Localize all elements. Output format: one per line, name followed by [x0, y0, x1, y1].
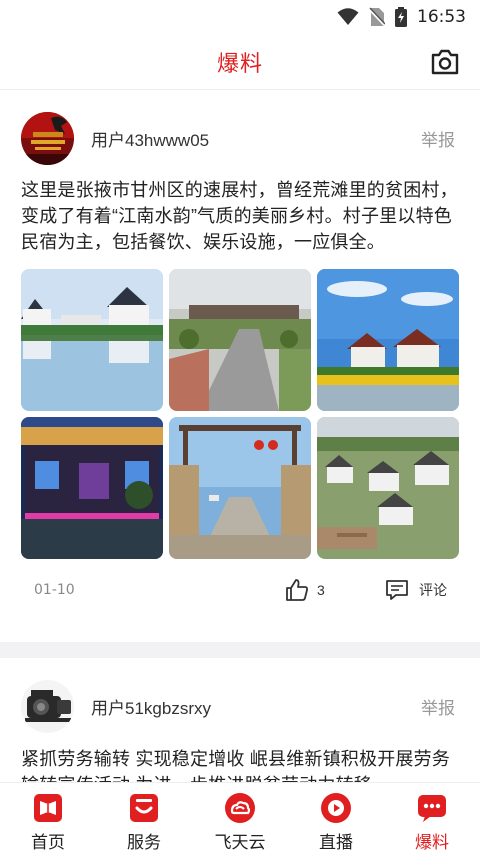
report-button[interactable]: 举报 [421, 694, 455, 719]
home-book-icon [34, 794, 62, 822]
no-sim-icon [369, 7, 385, 27]
tab-label: 飞天云 [214, 833, 266, 852]
camera-button[interactable] [430, 48, 460, 76]
like-count: 3 [317, 582, 325, 598]
feed-list[interactable]: 用户43hwww05 举报 这里是张掖市甘州区的速展村，曾经荒滩里的贫困村，变成… [0, 90, 480, 782]
thumbs-up-icon [286, 579, 308, 601]
tab-label: 直播 [319, 833, 353, 852]
avatar[interactable] [21, 111, 74, 165]
camera-icon [431, 49, 459, 75]
tab-label: 爆料 [415, 833, 449, 852]
avatar[interactable] [21, 679, 74, 733]
comment-icon [386, 580, 408, 600]
tab-feitian-cloud[interactable]: 飞天云 [192, 783, 288, 855]
comment-button[interactable]: 评论 [385, 579, 447, 601]
post-image[interactable] [317, 269, 459, 411]
status-bar: 16:53 [0, 0, 480, 34]
tab-home[interactable]: 首页 [0, 783, 96, 855]
status-time: 16:53 [417, 7, 466, 27]
username[interactable]: 用户51kgbzsrxy [91, 694, 211, 719]
page-title: 爆料 [216, 50, 263, 76]
post-header: 用户43hwww05 举报 [21, 90, 459, 186]
live-play-icon [321, 793, 351, 823]
username[interactable]: 用户43hwww05 [91, 126, 209, 151]
report-button[interactable]: 举报 [421, 126, 455, 151]
tab-baoliao[interactable]: 爆料 [384, 783, 480, 855]
comment-label: 评论 [419, 582, 447, 598]
post-image[interactable] [169, 269, 311, 411]
post-date: 01-10 [34, 582, 75, 598]
service-smile-icon [130, 794, 158, 822]
post-card[interactable]: 用户51kgbzsrxy 举报 紧抓劳务输转 实现稳定增收 岷县维新镇积极开展劳… [0, 658, 480, 782]
post-image[interactable] [21, 417, 163, 559]
battery-charging-icon [395, 7, 407, 27]
post-card[interactable]: 用户43hwww05 举报 这里是张掖市甘州区的速展村，曾经荒滩里的贫困村，变成… [0, 90, 480, 642]
post-header: 用户51kgbzsrxy 举报 [21, 658, 459, 754]
tab-label: 服务 [127, 833, 161, 852]
divider [0, 642, 480, 658]
wifi-icon [337, 8, 359, 26]
tab-service[interactable]: 服务 [96, 783, 192, 855]
cloud-icon [225, 793, 255, 823]
post-image[interactable] [317, 417, 459, 559]
image-grid [21, 269, 459, 559]
tab-label: 首页 [31, 833, 65, 852]
like-button[interactable]: 3 [285, 578, 325, 602]
post-image[interactable] [169, 417, 311, 559]
chat-dots-icon [418, 795, 446, 822]
bottom-tab-bar: 首页 服务 飞天云 直播 爆料 [0, 782, 480, 855]
top-header: 爆料 [0, 34, 480, 90]
post-text: 这里是张掖市甘州区的速展村，曾经荒滩里的贫困村，变成了有着“江南水韵”气质的美丽… [21, 180, 458, 252]
post-footer: 01-10 3 评论 [21, 559, 459, 621]
tab-live[interactable]: 直播 [288, 783, 384, 855]
post-image[interactable] [21, 269, 163, 411]
